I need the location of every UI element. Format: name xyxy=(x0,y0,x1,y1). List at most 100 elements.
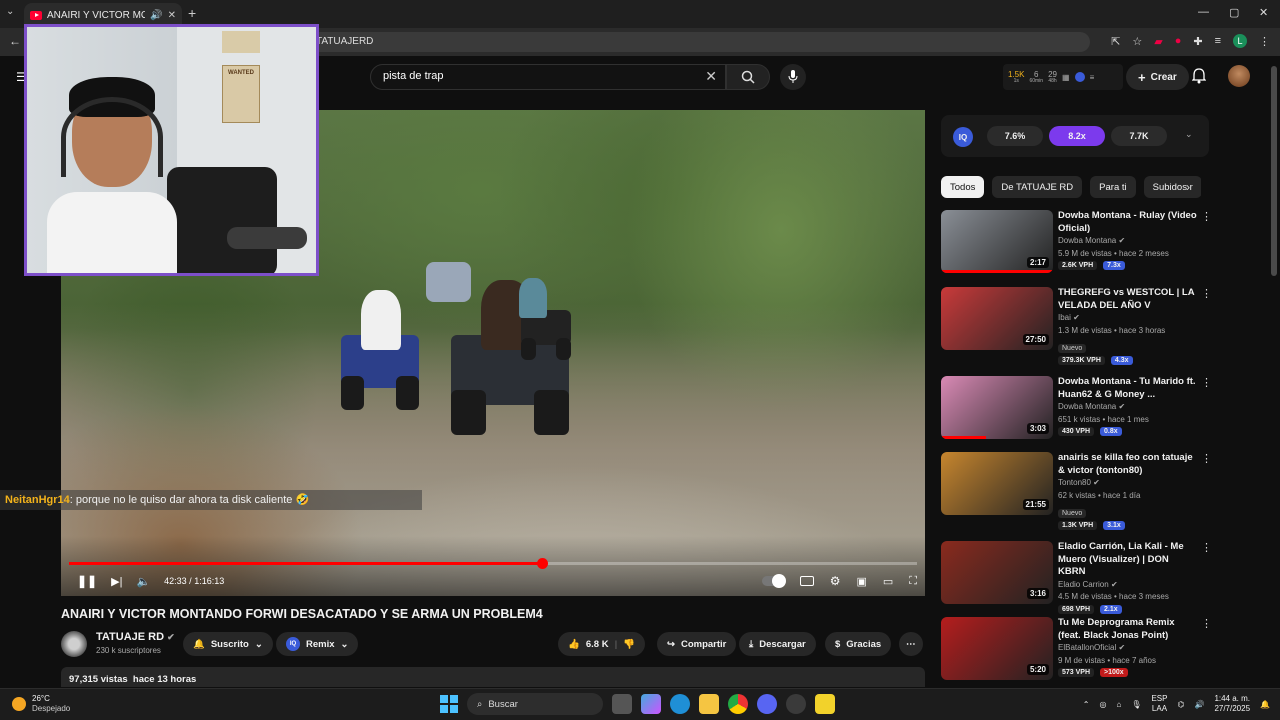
channel-avatar[interactable] xyxy=(61,631,87,657)
iq-engagement[interactable]: 7.6% xyxy=(987,126,1043,146)
tray-mic-icon[interactable]: 🎙 xyxy=(1131,700,1141,709)
address-bar[interactable]: TATUAJERD xyxy=(300,32,1090,52)
recommendation-channel[interactable]: Dowba Montana ✔ xyxy=(1058,235,1198,248)
iq-extension-icon[interactable] xyxy=(1074,72,1085,82)
iq-outlier-score[interactable]: 8.2x xyxy=(1049,126,1105,146)
thumbs-down-icon[interactable]: 👎 xyxy=(623,639,635,650)
browser-menu-icon[interactable]: ⋮ xyxy=(1259,35,1270,48)
recommendation-channel[interactable]: Ibai ✔ xyxy=(1058,312,1198,325)
clear-search-icon[interactable]: ✕ xyxy=(705,68,717,85)
new-tab-button[interactable]: + xyxy=(188,5,196,21)
wifi-icon[interactable]: ⌬ xyxy=(1177,700,1184,709)
speaker-icon[interactable]: 🔊 xyxy=(1194,700,1204,709)
audio-icon[interactable]: 🔊 xyxy=(150,10,162,21)
iq-vph[interactable]: 7.7K xyxy=(1111,126,1167,146)
recommendation-channel[interactable]: Tonton80 ✔ xyxy=(1058,477,1198,490)
download-button[interactable]: ⤓ Descargar xyxy=(739,632,816,656)
profile-avatar[interactable]: L xyxy=(1233,34,1247,48)
recommendation-title[interactable]: Tu Me Deprograma Remix (feat. Black Jona… xyxy=(1058,617,1198,642)
subtitles-icon[interactable] xyxy=(799,576,814,586)
chevron-down-icon[interactable]: ⌄ xyxy=(1185,129,1193,140)
search-button[interactable] xyxy=(726,64,770,90)
recommendation-title[interactable]: Eladio Carrión, Lia Kali - Me Muero (Vis… xyxy=(1058,541,1198,579)
discord-icon[interactable] xyxy=(757,694,777,714)
page-scrollbar[interactable] xyxy=(1271,66,1277,276)
sticky-notes-icon[interactable] xyxy=(815,694,835,714)
more-actions-button[interactable]: ⋯ xyxy=(899,632,923,656)
chip-todos[interactable]: Todos xyxy=(941,176,985,198)
recommendation-thumbnail[interactable]: 3:03 xyxy=(941,376,1053,439)
close-window-button[interactable]: ✕ xyxy=(1259,6,1268,19)
recommendation-item[interactable]: 27:50 THEGREFG vs WESTCOL | LA VELADA DEL… xyxy=(941,287,1212,365)
task-view-icon[interactable] xyxy=(612,694,632,714)
recommendation-item[interactable]: 2:17 Dowba Montana - Rulay (Video Oficial… xyxy=(941,210,1212,276)
recommendation-channel[interactable]: ElBatallonOficial ✔ xyxy=(1058,642,1198,655)
voice-search-button[interactable] xyxy=(780,64,806,90)
file-explorer-icon[interactable] xyxy=(699,694,719,714)
account-avatar[interactable] xyxy=(1228,65,1250,87)
recommendation-thumbnail[interactable]: 5:20 xyxy=(941,617,1053,680)
remix-button[interactable]: IQ Remix ⌄ xyxy=(276,632,359,656)
language-indicator[interactable]: ESP LAA xyxy=(1151,694,1167,714)
system-clock[interactable]: 1:44 a. m. 27/7/2025 xyxy=(1214,694,1250,714)
tray-chevron-icon[interactable]: ⌃ xyxy=(1083,700,1090,709)
recommendation-thumbnail[interactable]: 2:17 xyxy=(941,210,1053,273)
chip-para-ti[interactable]: Para ti xyxy=(1090,176,1136,198)
chevron-right-icon[interactable]: › xyxy=(1186,180,1190,194)
channel-name[interactable]: TATUAJE RD ✔ xyxy=(96,631,175,643)
back-arrow-icon[interactable]: ← xyxy=(9,34,21,48)
weather-widget[interactable]: 26°C Despejado xyxy=(12,694,70,714)
notifications-bell-icon[interactable] xyxy=(1192,68,1206,84)
grid-icon[interactable]: ▦ xyxy=(1062,73,1070,82)
maximize-button[interactable]: ▢ xyxy=(1229,6,1239,19)
recommendation-item[interactable]: 3:16 Eladio Carrión, Lia Kali - Me Muero … xyxy=(941,541,1212,614)
list-icon[interactable]: ≡ xyxy=(1090,73,1095,82)
extension-icon[interactable]: ▰ xyxy=(1154,35,1162,48)
recommendation-item[interactable]: 5:20 Tu Me Deprograma Remix (feat. Black … xyxy=(941,617,1212,683)
tab-list-chevron-icon[interactable]: ⌄ xyxy=(6,6,14,17)
chip-subidos[interactable]: Subidos r xyxy=(1143,176,1201,198)
next-icon[interactable]: ▶| xyxy=(111,575,122,588)
app-icon[interactable] xyxy=(786,694,806,714)
recommendation-channel[interactable]: Dowba Montana ✔ xyxy=(1058,401,1198,414)
channel-stats-widget[interactable]: 1.5K 1s 6 60min 29 48h ▦ ≡ xyxy=(1003,64,1123,90)
create-button[interactable]: + Crear xyxy=(1126,64,1189,90)
recommendation-thumbnail[interactable]: 3:16 xyxy=(941,541,1053,604)
recommendation-thumbnail[interactable]: 21:55 xyxy=(941,452,1053,515)
close-tab-icon[interactable]: ✕ xyxy=(168,10,176,21)
more-vertical-icon[interactable]: ⋮ xyxy=(1201,617,1212,630)
tray-app-icon[interactable]: ◎ xyxy=(1099,700,1106,709)
miniplayer-icon[interactable]: ▣ xyxy=(856,575,866,588)
bookmark-star-icon[interactable]: ☆ xyxy=(1132,35,1142,48)
thanks-button[interactable]: $ Gracias xyxy=(825,632,892,656)
extensions-puzzle-icon[interactable]: ✚ xyxy=(1193,35,1202,48)
recommendation-title[interactable]: THEGREFG vs WESTCOL | LA VELADA DEL AÑO … xyxy=(1058,287,1198,312)
progress-bar[interactable] xyxy=(69,558,917,569)
more-vertical-icon[interactable]: ⋮ xyxy=(1201,287,1212,300)
like-button[interactable]: 👍 6.8 K | 👎 xyxy=(558,632,646,656)
settings-gear-icon[interactable]: ⚙ xyxy=(830,574,841,588)
more-vertical-icon[interactable]: ⋮ xyxy=(1201,376,1212,389)
more-vertical-icon[interactable]: ⋮ xyxy=(1201,452,1212,465)
extension-shield-icon[interactable]: ● xyxy=(1175,35,1182,47)
recommendation-channel[interactable]: Eladio Carrion ✔ xyxy=(1058,579,1198,592)
recommendation-title[interactable]: Dowba Montana - Tu Marido ft. Huan62 & G… xyxy=(1058,376,1198,401)
search-input[interactable]: pista de trap ✕ xyxy=(370,64,726,90)
subscribed-button[interactable]: 🔔 Suscrito ⌄ xyxy=(183,632,273,656)
iq-logo-icon[interactable]: IQ xyxy=(953,127,973,147)
edge-icon[interactable] xyxy=(670,694,690,714)
reading-list-icon[interactable]: ≡ xyxy=(1215,35,1221,47)
chrome-icon[interactable] xyxy=(728,694,748,714)
recommendation-item[interactable]: 3:03 Dowba Montana - Tu Marido ft. Huan62… xyxy=(941,376,1212,442)
recommendation-item[interactable]: 21:55 anairis se killa feo con tatuaje & … xyxy=(941,452,1212,530)
share-button[interactable]: ↪ Compartir xyxy=(657,632,737,656)
install-app-icon[interactable]: ⇱ xyxy=(1111,35,1120,48)
recommendation-title[interactable]: anairis se killa feo con tatuaje & victo… xyxy=(1058,452,1198,477)
recommendation-title[interactable]: Dowba Montana - Rulay (Video Oficial) xyxy=(1058,210,1198,235)
minimize-button[interactable]: — xyxy=(1198,6,1209,18)
recommendation-thumbnail[interactable]: 27:50 xyxy=(941,287,1053,350)
volume-icon[interactable]: 🔈 xyxy=(136,575,150,588)
tray-network-icon[interactable]: ⌂ xyxy=(1116,700,1121,709)
description-box[interactable]: 97,315 vistas hace 13 horas xyxy=(61,667,925,687)
chip-channel[interactable]: De TATUAJE RD xyxy=(992,176,1083,198)
